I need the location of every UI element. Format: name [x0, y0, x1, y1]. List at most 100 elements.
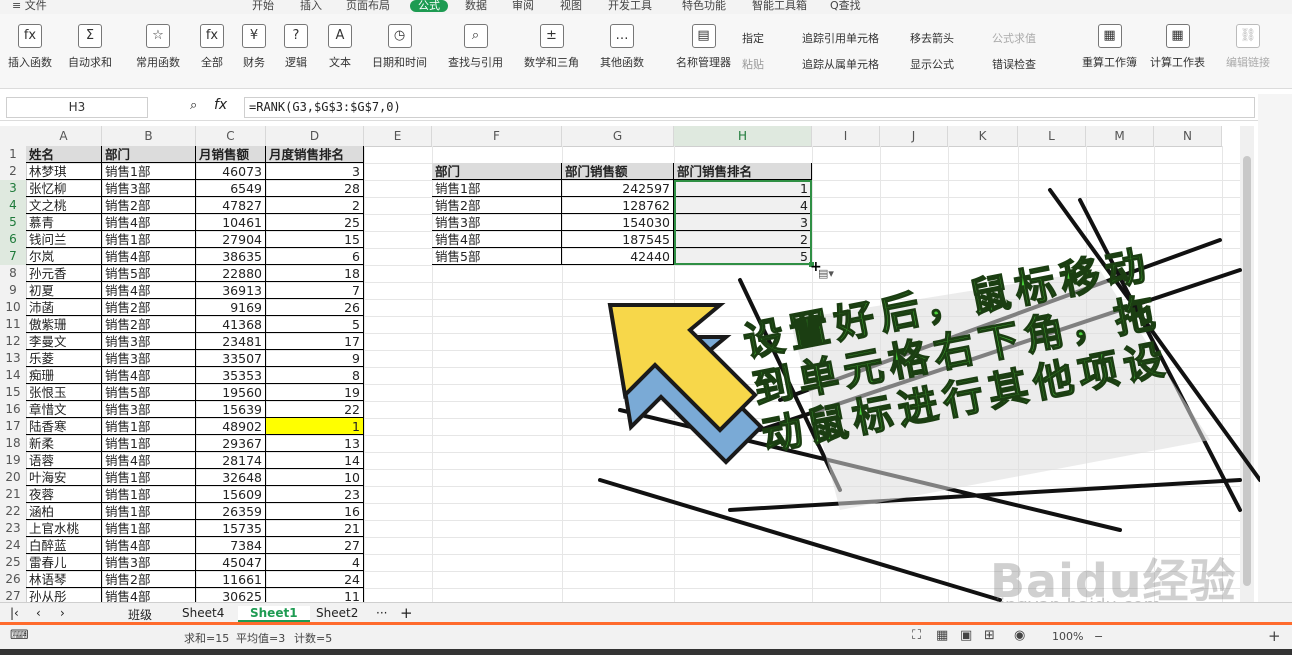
first-sheet-icon[interactable]: |‹ — [10, 606, 19, 620]
table-header-cell[interactable]: 姓名 — [26, 146, 102, 163]
dept-table-cell[interactable]: 销售1部 — [432, 180, 562, 197]
sheet-tab[interactable]: 班级 — [116, 606, 164, 623]
lookup-button[interactable]: ⌕ 查找与引用 — [448, 24, 503, 70]
row-header[interactable]: 8 — [0, 265, 27, 283]
table-cell[interactable]: 18 — [266, 265, 364, 282]
table-cell[interactable]: 销售3部 — [102, 350, 196, 367]
dept-table-header-cell[interactable]: 部门 — [432, 163, 562, 180]
table-cell[interactable]: 15639 — [196, 401, 266, 418]
eye-icon[interactable]: ◉ — [1014, 628, 1025, 643]
table-cell[interactable]: 傲紫珊 — [26, 316, 102, 333]
menu-features[interactable]: 特色功能 — [682, 0, 726, 12]
evaluate-formula-button[interactable]: 公式求值 — [992, 30, 1036, 46]
table-cell[interactable]: 销售4部 — [102, 214, 196, 231]
remove-arrows-button[interactable]: 移去箭头 — [910, 30, 954, 46]
table-cell[interactable]: 11661 — [196, 571, 266, 588]
table-cell[interactable]: 销售4部 — [102, 248, 196, 265]
name-manager-button[interactable]: ▤ 名称管理器 — [676, 24, 731, 70]
row-header[interactable]: 15 — [0, 384, 27, 402]
table-cell[interactable]: 7384 — [196, 537, 266, 554]
menu-page-layout[interactable]: 页面布局 — [346, 0, 390, 12]
column-header-l[interactable]: L — [1018, 126, 1086, 147]
table-cell[interactable]: 27904 — [196, 231, 266, 248]
table-cell[interactable]: 销售5部 — [102, 265, 196, 282]
more-sheets-icon[interactable]: ··· — [376, 606, 387, 620]
row-header[interactable]: 21 — [0, 486, 27, 504]
table-cell[interactable]: 5 — [266, 316, 364, 333]
table-cell[interactable]: 33507 — [196, 350, 266, 367]
table-cell[interactable]: 27 — [266, 537, 364, 554]
row-header[interactable]: 26 — [0, 571, 27, 589]
calc-sheet-button[interactable]: ▦ 计算工作表 — [1150, 24, 1205, 70]
menu-data[interactable]: 数据 — [465, 0, 487, 12]
page-break-icon[interactable]: ⊞ — [984, 628, 995, 643]
table-cell[interactable]: 销售1部 — [102, 418, 196, 435]
row-header[interactable]: 2 — [0, 163, 27, 181]
column-header-m[interactable]: M — [1086, 126, 1154, 147]
other-functions-button[interactable]: … 其他函数 — [600, 24, 644, 70]
table-cell[interactable]: 15735 — [196, 520, 266, 537]
row-header[interactable]: 23 — [0, 520, 27, 538]
column-header-a[interactable]: A — [26, 126, 102, 147]
table-cell[interactable]: 9 — [266, 350, 364, 367]
table-cell[interactable]: 3 — [266, 163, 364, 180]
table-cell[interactable]: 21 — [266, 520, 364, 537]
table-cell[interactable]: 销售1部 — [102, 469, 196, 486]
table-cell[interactable]: 销售4部 — [102, 452, 196, 469]
add-sheet-button[interactable]: + — [400, 604, 413, 622]
menu-review[interactable]: 审阅 — [512, 0, 534, 12]
table-cell[interactable]: 语蓉 — [26, 452, 102, 469]
table-cell[interactable]: 36913 — [196, 282, 266, 299]
table-cell[interactable]: 销售2部 — [102, 197, 196, 214]
dept-table-cell[interactable]: 销售2部 — [432, 197, 562, 214]
table-cell[interactable]: 叶海安 — [26, 469, 102, 486]
table-cell[interactable]: 沛菡 — [26, 299, 102, 316]
menu-home[interactable]: 开始 — [252, 0, 274, 12]
column-header-d[interactable]: D — [266, 126, 364, 147]
table-cell[interactable]: 22880 — [196, 265, 266, 282]
dept-table-header-cell[interactable]: 部门销售排名 — [674, 163, 812, 180]
table-cell[interactable]: 销售1部 — [102, 435, 196, 452]
table-cell[interactable]: 销售2部 — [102, 571, 196, 588]
table-cell[interactable]: 销售5部 — [102, 384, 196, 401]
menu-search[interactable]: Q查找 — [830, 0, 861, 12]
table-cell[interactable]: 24 — [266, 571, 364, 588]
all-functions-button[interactable]: fx 全部 — [200, 24, 224, 70]
row-header[interactable]: 10 — [0, 299, 27, 317]
row-header[interactable]: 7 — [0, 248, 27, 266]
insert-function-button[interactable]: fx 插入函数 — [8, 24, 52, 70]
table-cell[interactable]: 孙从彤 — [26, 588, 102, 602]
select-all-corner[interactable] — [0, 126, 27, 147]
table-cell[interactable]: 销售4部 — [102, 367, 196, 384]
table-cell[interactable]: 销售2部 — [102, 299, 196, 316]
table-cell[interactable]: 15609 — [196, 486, 266, 503]
table-cell[interactable]: 23481 — [196, 333, 266, 350]
table-cell[interactable]: 销售4部 — [102, 588, 196, 602]
next-sheet-icon[interactable]: › — [60, 606, 65, 620]
table-cell[interactable]: 张恨玉 — [26, 384, 102, 401]
table-cell[interactable]: 6 — [266, 248, 364, 265]
row-header[interactable]: 4 — [0, 197, 27, 215]
table-cell[interactable]: 初夏 — [26, 282, 102, 299]
dept-table-header-cell[interactable]: 部门销售额 — [562, 163, 674, 180]
sheet-tab[interactable]: Sheet2 — [304, 606, 370, 620]
table-cell[interactable]: 林语琴 — [26, 571, 102, 588]
trace-precedents-button[interactable]: 追踪引用单元格 — [802, 30, 879, 46]
dept-table-cell[interactable]: 销售5部 — [432, 248, 562, 265]
macro-icon[interactable]: ⌨ — [10, 628, 29, 643]
dept-table-cell[interactable]: 187545 — [562, 231, 674, 248]
row-header[interactable]: 3 — [0, 180, 27, 198]
prev-sheet-icon[interactable]: ‹ — [36, 606, 41, 620]
table-cell[interactable]: 痴珊 — [26, 367, 102, 384]
row-header[interactable]: 25 — [0, 554, 27, 572]
table-cell[interactable]: 文之桃 — [26, 197, 102, 214]
table-cell[interactable]: 李曼文 — [26, 333, 102, 350]
table-cell[interactable]: 雷春儿 — [26, 554, 102, 571]
dept-table-cell[interactable]: 销售4部 — [432, 231, 562, 248]
column-header-g[interactable]: G — [562, 126, 674, 147]
logical-button[interactable]: ? 逻辑 — [284, 24, 308, 70]
menu-view[interactable]: 视图 — [560, 0, 582, 12]
table-cell[interactable]: 28174 — [196, 452, 266, 469]
table-cell[interactable]: 26 — [266, 299, 364, 316]
row-header[interactable]: 27 — [0, 588, 27, 602]
